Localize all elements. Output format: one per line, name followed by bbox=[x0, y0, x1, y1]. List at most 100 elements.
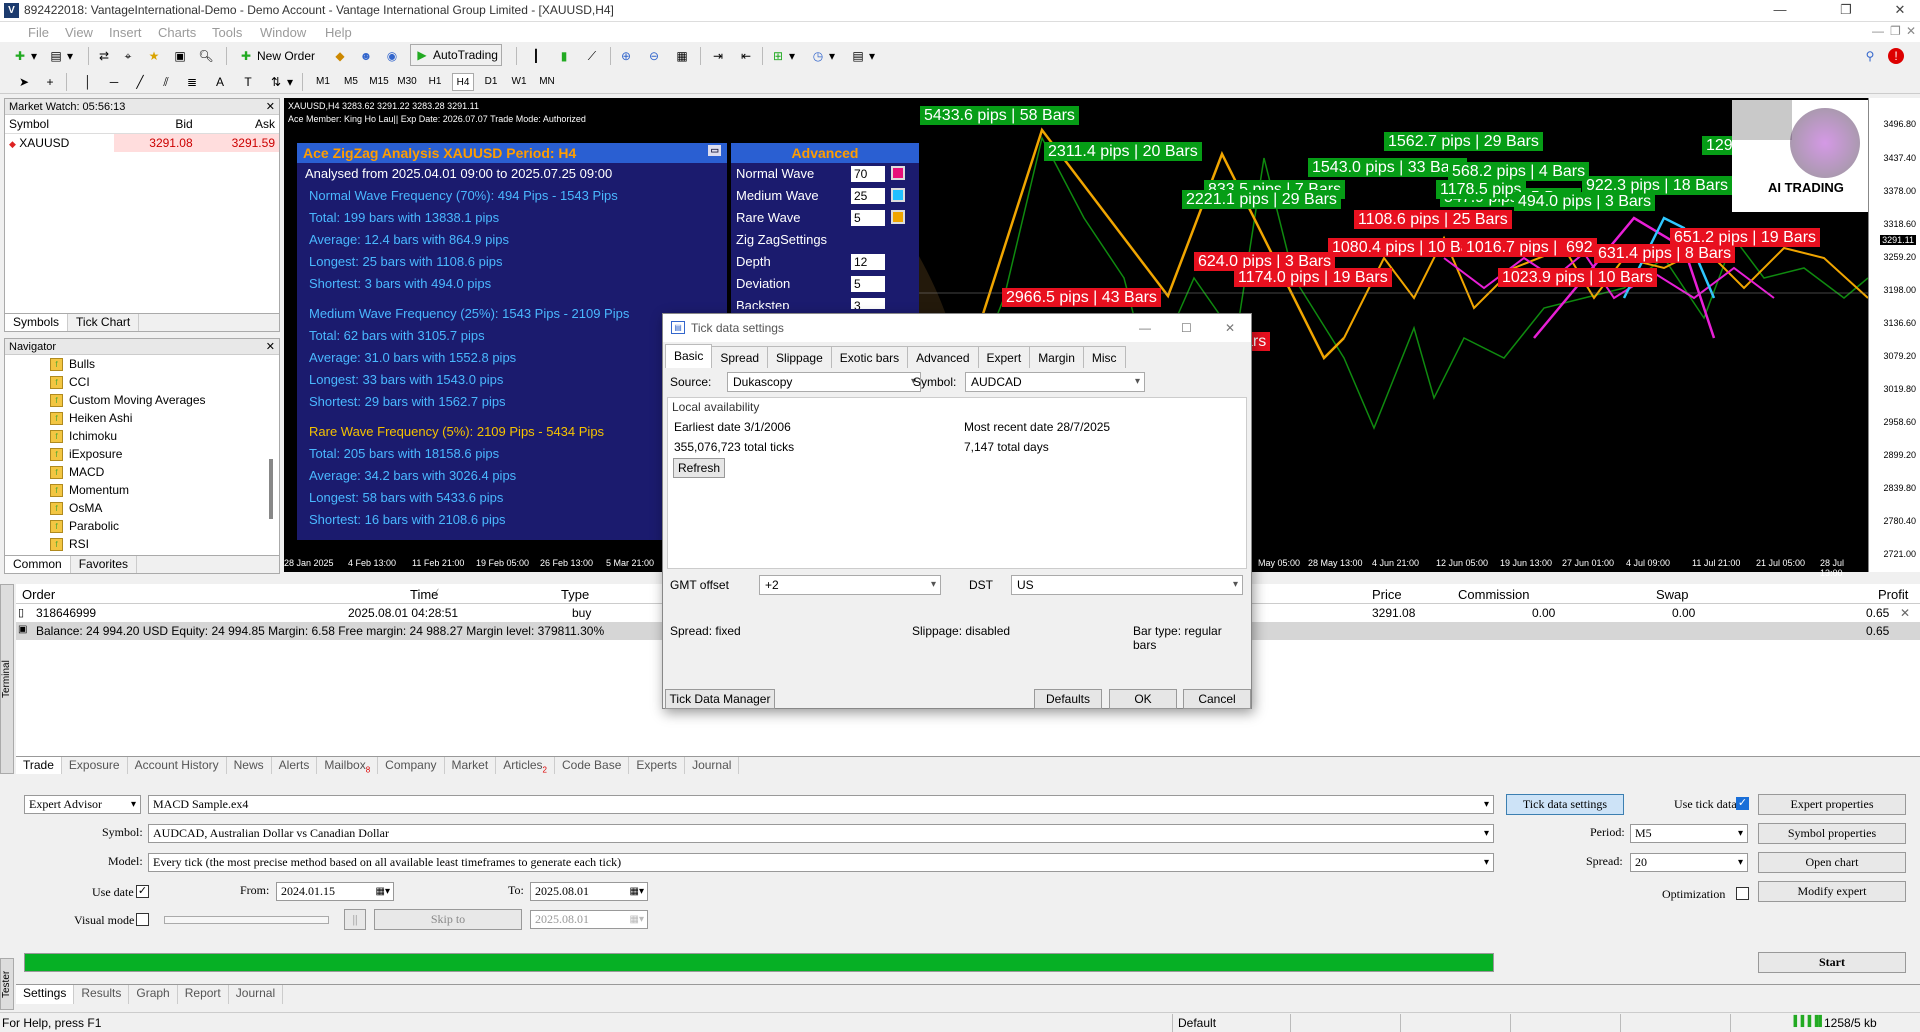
chart-shift-button[interactable]: ⇤ bbox=[734, 46, 758, 66]
search-button[interactable]: ⚲ bbox=[1858, 46, 1882, 66]
symbol-properties-button[interactable]: Symbol properties bbox=[1758, 823, 1906, 844]
new-chart-button[interactable]: ✚ ▾ bbox=[8, 46, 41, 66]
terminal-button[interactable]: ▣ bbox=[168, 46, 192, 66]
nav-item-rsi[interactable]: f RSI bbox=[5, 535, 279, 553]
skip-to-button[interactable]: Skip to bbox=[374, 909, 522, 930]
market-watch-button[interactable]: ⇄ bbox=[92, 46, 116, 66]
gmt-offset-select[interactable]: +2 bbox=[759, 575, 941, 595]
tab-graph[interactable]: Graph bbox=[129, 985, 178, 1004]
horizontal-line-tool[interactable]: ─ bbox=[102, 72, 126, 92]
navigator-button[interactable]: ★ bbox=[142, 46, 166, 66]
menu-charts[interactable]: Charts bbox=[158, 25, 196, 40]
cancel-button[interactable]: Cancel bbox=[1183, 689, 1251, 709]
close-icon[interactable]: ✕ bbox=[1880, 2, 1920, 18]
close-order-icon[interactable]: ✕ bbox=[1900, 606, 1910, 620]
zoom-out-button[interactable]: ⊖ bbox=[642, 46, 666, 66]
tf-h4[interactable]: H4 bbox=[452, 73, 474, 91]
use-tick-data-checkbox[interactable]: ✓ bbox=[1736, 797, 1749, 810]
tf-m15[interactable]: M15 bbox=[368, 73, 390, 91]
auto-scroll-button[interactable]: ⇥ bbox=[706, 46, 730, 66]
arrows-tool[interactable]: ⇅ ▾ bbox=[264, 72, 297, 92]
deviation-input[interactable]: 5 bbox=[851, 276, 885, 292]
tab-alerts[interactable]: Alerts bbox=[272, 757, 318, 774]
tab-common[interactable]: Common bbox=[5, 556, 71, 573]
tab-slippage[interactable]: Slippage bbox=[767, 346, 832, 368]
menu-window[interactable]: Window bbox=[260, 25, 306, 40]
close-icon[interactable]: ✕ bbox=[1225, 314, 1235, 342]
symbol-select[interactable]: AUDCAD, Australian Dollar vs Canadian Do… bbox=[148, 824, 1494, 843]
tab-misc[interactable]: Misc bbox=[1082, 346, 1126, 368]
tf-d1[interactable]: D1 bbox=[480, 73, 502, 91]
col-profit[interactable]: Profit bbox=[1878, 587, 1908, 602]
start-button[interactable]: Start bbox=[1758, 952, 1906, 973]
menu-view[interactable]: View bbox=[65, 25, 93, 40]
zoom-in-button[interactable]: ⊕ bbox=[614, 46, 638, 66]
text-tool[interactable]: A bbox=[208, 72, 232, 92]
tf-m30[interactable]: M30 bbox=[396, 73, 418, 91]
col-order[interactable]: Order bbox=[22, 587, 55, 602]
tab-articles[interactable]: Articles2 bbox=[496, 757, 555, 774]
nav-item-cci[interactable]: f CCI bbox=[5, 373, 279, 391]
channel-tool[interactable]: ⫽ bbox=[154, 72, 178, 92]
minimize-panel-icon[interactable]: ▭ bbox=[708, 145, 721, 156]
ok-button[interactable]: OK bbox=[1109, 689, 1177, 709]
market-button[interactable]: ◉ bbox=[380, 46, 404, 66]
col-swap[interactable]: Swap bbox=[1656, 587, 1689, 602]
templates-button[interactable]: ▤ ▾ bbox=[846, 46, 879, 66]
backstep-input[interactable]: 3 bbox=[851, 298, 885, 309]
calendar-icon[interactable]: ▦▾ bbox=[630, 884, 644, 899]
tester-button[interactable]: 🔍︎ bbox=[194, 46, 218, 66]
col-bid[interactable]: Bid bbox=[114, 115, 197, 134]
col-time[interactable]: Time bbox=[410, 587, 438, 602]
tab-report[interactable]: Report bbox=[178, 985, 229, 1004]
open-chart-button[interactable]: Open chart bbox=[1758, 852, 1906, 873]
nav-item-momentum[interactable]: f Momentum bbox=[5, 481, 279, 499]
nav-item-macd[interactable]: f MACD bbox=[5, 463, 279, 481]
skip-date-input[interactable]: 2025.08.01 ▦▾ bbox=[530, 910, 648, 929]
tab-market[interactable]: Market bbox=[445, 757, 497, 774]
pause-button[interactable]: || bbox=[344, 909, 366, 930]
menu-insert[interactable]: Insert bbox=[109, 25, 142, 40]
data-window-button[interactable]: ⌖ bbox=[116, 46, 140, 66]
tab-code-base[interactable]: Code Base bbox=[555, 757, 630, 774]
tf-h1[interactable]: H1 bbox=[424, 73, 446, 91]
tab-advanced[interactable]: Advanced bbox=[907, 346, 979, 368]
symbol-select[interactable]: AUDCAD bbox=[965, 372, 1145, 392]
tab-tick-chart[interactable]: Tick Chart bbox=[68, 314, 140, 331]
defaults-button[interactable]: Defaults bbox=[1034, 689, 1102, 709]
mdi-restore-icon[interactable]: ❐ bbox=[1890, 24, 1901, 38]
depth-input[interactable]: 12 bbox=[851, 254, 885, 270]
calendar-icon[interactable]: ▦▾ bbox=[630, 912, 644, 927]
model-select[interactable]: Every tick (the most precise method base… bbox=[148, 853, 1494, 872]
tick-data-settings-button[interactable]: Tick data settings bbox=[1506, 794, 1624, 815]
tab-results[interactable]: Results bbox=[74, 985, 130, 1004]
color-swatch[interactable] bbox=[891, 210, 905, 224]
maximize-icon[interactable]: ☐ bbox=[1181, 314, 1192, 342]
table-row[interactable]: ◆ XAUUSD 3291.08 3291.59 bbox=[5, 133, 279, 152]
dst-select[interactable]: US bbox=[1011, 575, 1243, 595]
nav-item-custom-ma[interactable]: f Custom Moving Averages bbox=[5, 391, 279, 409]
tab-experts[interactable]: Experts bbox=[629, 757, 686, 774]
tab-exotic-bars[interactable]: Exotic bars bbox=[830, 346, 909, 368]
tab-favorites[interactable]: Favorites bbox=[71, 556, 138, 573]
refresh-button[interactable]: Refresh bbox=[673, 458, 725, 478]
tf-mn[interactable]: MN bbox=[536, 73, 558, 91]
restore-icon[interactable]: ❐ bbox=[1826, 2, 1866, 18]
minimize-icon[interactable]: — bbox=[1760, 2, 1800, 17]
label-tool[interactable]: T bbox=[236, 72, 260, 92]
col-price[interactable]: Price bbox=[1372, 587, 1402, 602]
optimization-checkbox[interactable] bbox=[1736, 887, 1749, 900]
mdi-minimize-icon[interactable]: — bbox=[1872, 24, 1884, 38]
tile-windows-button[interactable]: ▦ bbox=[670, 46, 694, 66]
tab-account-history[interactable]: Account History bbox=[128, 757, 227, 774]
tester-side-tab[interactable]: Tester bbox=[0, 958, 14, 1010]
spread-select[interactable]: 20 bbox=[1630, 853, 1748, 872]
tab-margin[interactable]: Margin bbox=[1029, 346, 1084, 368]
navigator-scrollbar[interactable] bbox=[269, 459, 273, 519]
indicators-button[interactable]: ⊞ ▾ bbox=[766, 46, 799, 66]
expert-properties-button[interactable]: Expert properties bbox=[1758, 794, 1906, 815]
line-chart-button[interactable]: ⟋ bbox=[580, 46, 604, 66]
cursor-tool[interactable]: ➤ bbox=[12, 72, 36, 92]
tab-tester-journal[interactable]: Journal bbox=[229, 985, 284, 1004]
nav-item-iexposure[interactable]: f iExposure bbox=[5, 445, 279, 463]
